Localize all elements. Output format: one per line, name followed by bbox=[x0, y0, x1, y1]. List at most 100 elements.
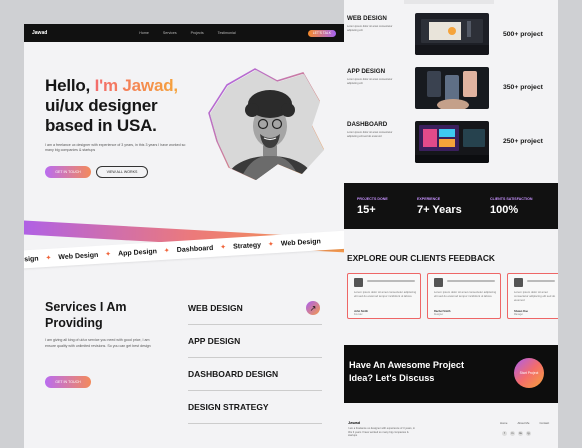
service-label: WEB DESIGN bbox=[188, 303, 243, 313]
marquee-item: App Design bbox=[117, 247, 158, 258]
get-in-touch-button[interactable]: GET IN TOUCH bbox=[45, 166, 91, 178]
marquee-item: Dashboard bbox=[176, 244, 214, 254]
twitter-icon[interactable]: tw bbox=[518, 431, 523, 436]
project-title: WEB DESIGN bbox=[347, 15, 387, 22]
view-all-works-button[interactable]: VIEW ALL WORKS bbox=[96, 166, 148, 178]
client-role: Designer bbox=[434, 314, 444, 316]
client-role: Founder bbox=[354, 314, 363, 316]
rating-bar bbox=[527, 280, 555, 282]
hero-description: I am a freelance ux designer with experi… bbox=[45, 143, 186, 152]
footer-description: I am a freelance ux designer with experi… bbox=[348, 427, 416, 438]
project-title: APP DESIGN bbox=[347, 68, 386, 75]
nav-link-testimonial[interactable]: Testimonial bbox=[218, 31, 236, 35]
lets-talk-button[interactable]: LET'S TALK bbox=[307, 29, 336, 37]
rating-bar bbox=[367, 280, 415, 282]
arrow-up-right-icon[interactable]: ↗ bbox=[306, 301, 320, 315]
instagram-icon[interactable]: ig bbox=[526, 431, 531, 436]
star-icon: ✦ bbox=[220, 244, 227, 252]
service-label: APP DESIGN bbox=[188, 336, 241, 346]
hero-heading-line1: Hello, I'm Jawad, bbox=[45, 76, 178, 96]
service-item-web-design[interactable]: WEB DESIGN bbox=[188, 292, 322, 325]
star-icon: ✦ bbox=[105, 251, 112, 259]
feedback-text: Lorem ipsum dolor sit amet consectetur a… bbox=[514, 290, 556, 302]
cta-heading-line2: Idea? Let's Discuss bbox=[349, 373, 435, 383]
service-item-dashboard-design[interactable]: DASHBOARD DESIGN bbox=[188, 358, 322, 391]
home-mockup: Jawad Home Services Projects Testimonial… bbox=[24, 24, 344, 448]
star-icon: ✦ bbox=[267, 241, 275, 249]
service-item-app-design[interactable]: APP DESIGN bbox=[188, 325, 322, 358]
services-get-in-touch-button[interactable]: GET IN TOUCH bbox=[45, 376, 91, 388]
star-icon: ✦ bbox=[163, 247, 171, 255]
service-label: DASHBOARD DESIGN bbox=[188, 369, 279, 379]
client-name: Rachel Smith bbox=[434, 310, 451, 313]
footer-logo[interactable]: Jawad bbox=[348, 420, 360, 425]
footer-links: Home About Me Contact bbox=[500, 421, 549, 425]
top-navbar: Jawad Home Services Projects Testimonial… bbox=[24, 24, 344, 42]
client-name: Shawn Doe bbox=[514, 310, 528, 313]
project-description: Lorem ipsum dolor sit amet consectetur a… bbox=[347, 131, 393, 138]
stats-band: PROJECTS DONE 15+ EXPERIENCE 7+ Years CL… bbox=[344, 183, 558, 229]
portfolio-mockup: WEB DESIGN Lorem ipsum dolor sit amet co… bbox=[344, 0, 558, 448]
project-image-app-design[interactable] bbox=[415, 67, 489, 109]
nav-link-home[interactable]: Home bbox=[139, 31, 149, 35]
services-description: I am giving all king of ui/ux service yo… bbox=[45, 338, 151, 348]
nav-link-services[interactable]: Services bbox=[163, 31, 177, 35]
project-description: Lorem ipsum dolor sit amet consectetur a… bbox=[347, 78, 393, 85]
stat-value: 15+ bbox=[357, 204, 376, 216]
phones-image bbox=[415, 67, 489, 109]
feedback-text: Lorem ipsum dolor sit amet consectetur a… bbox=[434, 290, 497, 298]
feedback-title: EXPLORE OUR CLIENTS FEEDBACK bbox=[347, 253, 495, 263]
services-title-line2: Providing bbox=[45, 316, 103, 330]
start-project-button[interactable]: Start Project bbox=[514, 358, 544, 388]
stat-label: PROJECTS DONE bbox=[357, 197, 388, 201]
project-count: 250+ project bbox=[503, 138, 543, 145]
hero-portrait bbox=[208, 68, 324, 180]
client-role: Manager bbox=[514, 314, 524, 316]
feedback-text: Lorem ipsum dolor sit amet consectetur a… bbox=[354, 290, 417, 298]
stat-value: 100% bbox=[490, 204, 519, 216]
cta-heading-line1: Have An Awesome Project bbox=[349, 360, 465, 370]
hero-heading-line2: ui/ux designer bbox=[45, 96, 158, 115]
marquee-item: Web Design bbox=[280, 237, 321, 248]
star-icon: ✦ bbox=[45, 254, 52, 263]
logo[interactable]: Jawad bbox=[32, 30, 47, 36]
cropped-heading bbox=[404, 0, 494, 4]
nav-link-projects[interactable]: Projects bbox=[191, 31, 204, 35]
avatar bbox=[514, 278, 523, 287]
avatar bbox=[354, 278, 363, 287]
stat-label: EXPERIENCE bbox=[417, 197, 441, 201]
nav-links: Home Services Projects Testimonial bbox=[139, 31, 235, 35]
hero-heading-line3: based in USA. bbox=[45, 116, 157, 135]
feedback-card: Lorem ipsum dolor sit amet consectetur a… bbox=[347, 273, 421, 319]
client-name: John Smith bbox=[354, 310, 369, 313]
cta-banner: Have An Awesome Project Idea? Let's Disc… bbox=[344, 345, 558, 403]
rating-bar bbox=[447, 280, 495, 282]
project-image-dashboard[interactable] bbox=[415, 121, 489, 163]
hero-name: I'm Jawad, bbox=[94, 76, 179, 95]
avatar bbox=[434, 278, 443, 287]
hero-greeting: Hello, bbox=[45, 76, 95, 95]
marquee-item: Strategy bbox=[232, 241, 262, 251]
facebook-icon[interactable]: f bbox=[502, 431, 507, 436]
feedback-card: Lorem ipsum dolor sit amet consectetur a… bbox=[507, 273, 558, 319]
footer-link-contact[interactable]: Contact bbox=[539, 421, 549, 425]
project-count: 350+ project bbox=[503, 84, 543, 91]
footer-link-home[interactable]: Home bbox=[500, 421, 507, 425]
marquee-item: esign bbox=[24, 255, 39, 264]
service-label: DESIGN STRATEGY bbox=[188, 402, 269, 412]
service-item-design-strategy[interactable]: DESIGN STRATEGY bbox=[188, 391, 322, 424]
stat-label: CLIENTS SATISFACTION bbox=[490, 197, 533, 201]
marquee-item: Web Design bbox=[58, 251, 99, 261]
linkedin-icon[interactable]: in bbox=[510, 431, 515, 436]
footer: Jawad I am a freelance ux designer with … bbox=[344, 403, 558, 448]
project-title: DASHBOARD bbox=[347, 121, 388, 128]
footer-link-about[interactable]: About Me bbox=[517, 421, 529, 425]
monitors-image bbox=[415, 121, 489, 163]
desk-setup-image bbox=[415, 13, 489, 55]
feedback-card: Lorem ipsum dolor sit amet consectetur a… bbox=[427, 273, 501, 319]
services-title-line1: Services I Am bbox=[45, 300, 127, 314]
project-description: Lorem ipsum dolor sit amet consectetur a… bbox=[347, 25, 393, 32]
project-count: 500+ project bbox=[503, 31, 543, 38]
project-image-web-design[interactable] bbox=[415, 13, 489, 55]
stat-value: 7+ Years bbox=[417, 204, 462, 216]
